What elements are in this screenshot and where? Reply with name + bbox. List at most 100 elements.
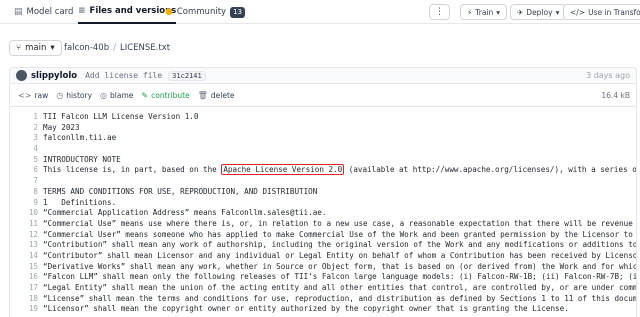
code-line: 11 “Commercial Use” means use where there… <box>10 219 636 230</box>
file-content: 1 TII Falcon LLM License Version 1.0 2 May … <box>9 107 637 317</box>
more-menu-button[interactable]: ⋮ <box>429 4 450 20</box>
model-card-icon: ▤ <box>14 7 23 17</box>
line-number[interactable]: 14 <box>10 251 38 262</box>
code-line: 17 “Legal Entity” shall mean the union of… <box>10 283 636 294</box>
line-text: “Commercial Use” means use where there i… <box>43 218 637 228</box>
line-number[interactable]: 8 <box>10 187 38 198</box>
contribute-link[interactable]: ✎ contribute <box>141 91 189 100</box>
line-text: This license is, in part, based on the A… <box>43 164 637 176</box>
delete-label: delete <box>210 90 235 100</box>
tab-community[interactable]: ● Community 13 <box>165 0 245 24</box>
history-label: history <box>66 90 93 100</box>
line-text: “Derivative Works” shall mean any work, … <box>43 261 637 271</box>
line-text: “Contributor” shall mean Licensor and an… <box>43 250 637 260</box>
line-number[interactable]: 13 <box>10 240 38 251</box>
line-number[interactable]: 18 <box>10 294 38 305</box>
history-link[interactable]: ◷ history <box>56 91 92 100</box>
line-text: TII Falcon LLM License Version 1.0 <box>43 112 199 121</box>
tab-files-and-versions[interactable]: ≡ Files and versions <box>78 0 177 24</box>
line-number[interactable]: 15 <box>10 262 38 273</box>
breadcrumb: falcon-40b / LICENSE.txt <box>64 40 170 56</box>
line-number[interactable]: 6 <box>10 165 38 176</box>
use-in-transformers-label: Use in Transformers <box>588 7 640 17</box>
repo-tabs: ▤ Model card ≡ Files and versions ● Comm… <box>0 0 640 24</box>
community-count-badge: 13 <box>230 6 245 18</box>
line-text: INTRODUCTORY NOTE <box>43 154 121 164</box>
file-size: 16.4 kB <box>601 90 630 100</box>
tab-model-card[interactable]: ▤ Model card <box>14 0 73 24</box>
raw-label: raw <box>34 90 49 100</box>
line-number[interactable]: 19 <box>10 304 38 315</box>
blame-link[interactable]: ◎ blame <box>100 91 133 100</box>
code-line: 1 TII Falcon LLM License Version 1.0 <box>10 112 636 123</box>
branch-icon: ⑂ <box>16 43 22 53</box>
deploy-button[interactable]: ✈ Deploy ▾ <box>510 4 567 20</box>
line-number[interactable]: 5 <box>10 155 38 166</box>
blame-icon: ◎ <box>100 90 107 100</box>
code-line: 2 May 2023 <box>10 123 636 134</box>
delete-link[interactable]: 🗑 delete <box>198 91 235 100</box>
raw-link[interactable]: <> raw <box>18 91 48 100</box>
line-text-after: (available at http://www.apache.org/lice… <box>348 165 637 175</box>
line-number[interactable]: 2 <box>10 123 38 134</box>
edit-icon: ✎ <box>141 90 149 100</box>
line-number[interactable]: 16 <box>10 272 38 283</box>
file-toolbar: <> raw ◷ history ◎ blame ✎ contribute 🗑 … <box>9 84 637 107</box>
chevron-down-icon: ▾ <box>50 43 55 53</box>
line-text: “Commercial User” means someone who has … <box>43 229 637 239</box>
tab-model-card-label: Model card <box>26 7 74 17</box>
code-icon: </> <box>570 7 586 17</box>
trash-icon: 🗑 <box>197 90 208 100</box>
branch-name: main <box>25 43 47 53</box>
code-line: 9 1 Definitions. <box>10 198 636 209</box>
code-line: 10 “Commercial Application Address” means… <box>10 208 636 219</box>
use-in-transformers-button[interactable]: </> Use in Transformers <box>563 4 640 20</box>
train-button[interactable]: ⚡ Train ▾ <box>460 4 508 20</box>
line-number[interactable]: 4 <box>10 144 38 155</box>
chevron-down-icon: ▾ <box>496 7 501 17</box>
line-number[interactable]: 10 <box>10 208 38 219</box>
breadcrumb-file: LICENSE.txt <box>119 43 171 53</box>
branch-selector[interactable]: ⑂ main ▾ <box>9 40 62 56</box>
line-text: 1 Definitions. <box>43 197 117 207</box>
line-number[interactable]: 12 <box>10 230 38 241</box>
blame-label: blame <box>110 90 134 100</box>
commit-date: 3 days ago <box>586 71 630 80</box>
code-line: 14 “Contributor” shall mean Licensor and … <box>10 251 636 262</box>
chevron-down-icon: ▾ <box>555 7 560 17</box>
train-label: Train <box>475 7 494 17</box>
code-line: 18 “License” shall mean the terms and con… <box>10 294 636 305</box>
files-icon: ≡ <box>78 6 86 16</box>
line-text: May 2023 <box>43 122 80 132</box>
line-text: falconllm.tii.ae <box>43 133 117 143</box>
line-text: “Licensor” shall mean the copyright owne… <box>43 304 569 314</box>
line-text: “Commercial Application Address” means F… <box>43 208 327 218</box>
commit-author[interactable]: slippylolo <box>31 71 77 81</box>
commit-hash[interactable]: 31c2141 <box>168 70 206 81</box>
line-number[interactable]: 9 <box>10 198 38 209</box>
line-text: TERMS AND CONDITIONS FOR USE, REPRODUCTI… <box>43 186 318 196</box>
community-icon: ● <box>165 7 173 17</box>
last-commit-bar: slippylolo Add license file 31c2141 3 da… <box>9 67 637 84</box>
code-line: 4 <box>10 144 636 155</box>
code-line: 8 TERMS AND CONDITIONS FOR USE, REPRODUCT… <box>10 187 636 198</box>
avatar[interactable] <box>16 70 27 81</box>
commit-message[interactable]: Add license file <box>85 71 162 80</box>
line-number[interactable]: 3 <box>10 133 38 144</box>
tab-community-label: Community <box>176 7 227 17</box>
code-line: 6 This license is, in part, based on the … <box>10 164 637 176</box>
code-line: 19 “Licensor” shall mean the copyright ow… <box>10 304 636 315</box>
breadcrumb-repo[interactable]: falcon-40b <box>64 43 109 53</box>
line-number[interactable]: 7 <box>10 176 38 187</box>
line-text: “License” shall mean the terms and condi… <box>43 293 637 303</box>
code-line: 3 falconllm.tii.ae <box>10 133 636 144</box>
line-number[interactable]: 17 <box>10 283 38 294</box>
line-number[interactable]: 11 <box>10 219 38 230</box>
deploy-icon: ✈ <box>517 7 524 17</box>
raw-icon: <> <box>18 90 32 100</box>
history-icon: ◷ <box>56 90 64 100</box>
line-text: “Falcon LLM” shall mean only the followi… <box>43 272 637 282</box>
line-number[interactable]: 1 <box>10 112 38 123</box>
code-line: 15 “Derivative Works” shall mean any work… <box>10 262 636 273</box>
code-line: 12 “Commercial User” means someone who ha… <box>10 230 636 241</box>
